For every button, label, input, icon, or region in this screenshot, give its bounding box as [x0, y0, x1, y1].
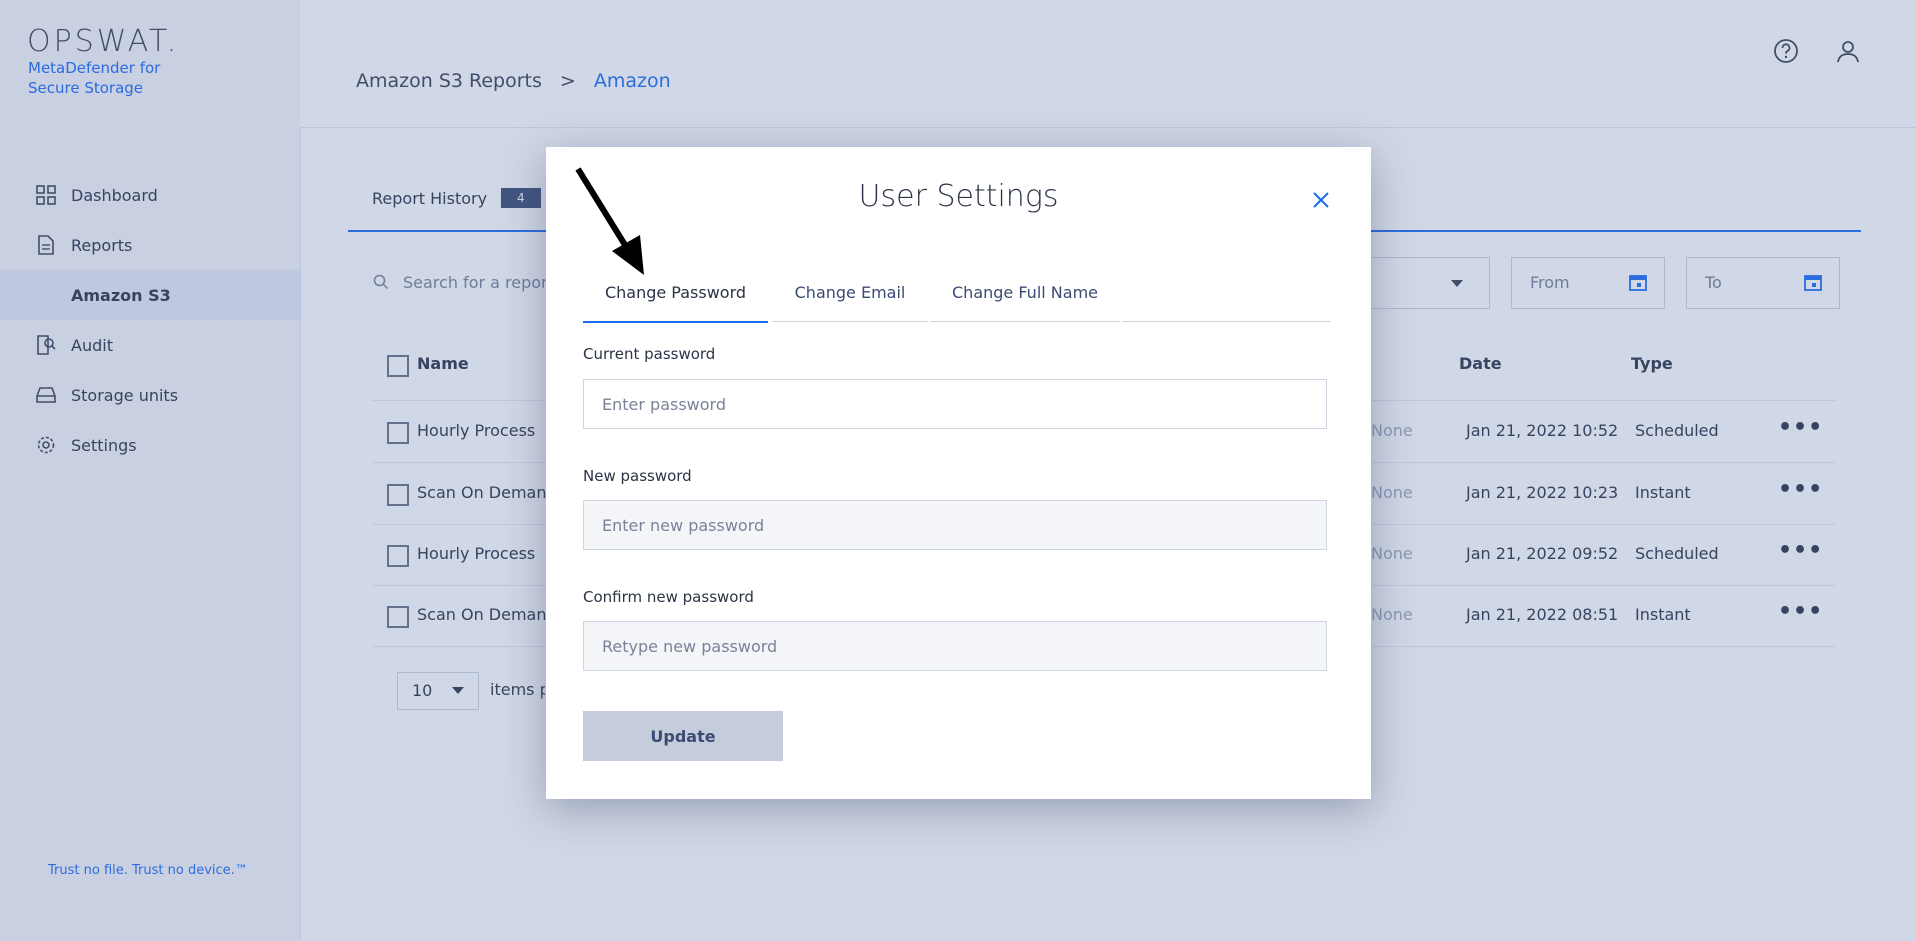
settings-tabs: Change Password Change Email Change Full…: [583, 275, 1331, 323]
confirm-password-input[interactable]: [583, 621, 1327, 671]
new-password-input[interactable]: [583, 500, 1327, 550]
tab-change-full-name[interactable]: Change Full Name: [930, 275, 1120, 322]
tab-spacer: [1122, 275, 1331, 322]
user-settings-dialog: User Settings Change Password Change Ema…: [546, 147, 1371, 799]
current-password-input[interactable]: [583, 379, 1327, 429]
tab-change-email[interactable]: Change Email: [772, 275, 928, 322]
current-password-label: Current password: [583, 345, 716, 363]
update-button[interactable]: Update: [583, 711, 783, 761]
tab-change-password[interactable]: Change Password: [583, 275, 768, 323]
dialog-title: User Settings: [858, 179, 1059, 214]
annotation-arrow: [575, 167, 644, 275]
app-window: OPSWAT. MetaDefender for Secure Storage …: [0, 0, 1916, 941]
new-password-label: New password: [583, 467, 692, 485]
close-icon[interactable]: [1310, 189, 1332, 211]
confirm-password-label: Confirm new password: [583, 588, 754, 606]
